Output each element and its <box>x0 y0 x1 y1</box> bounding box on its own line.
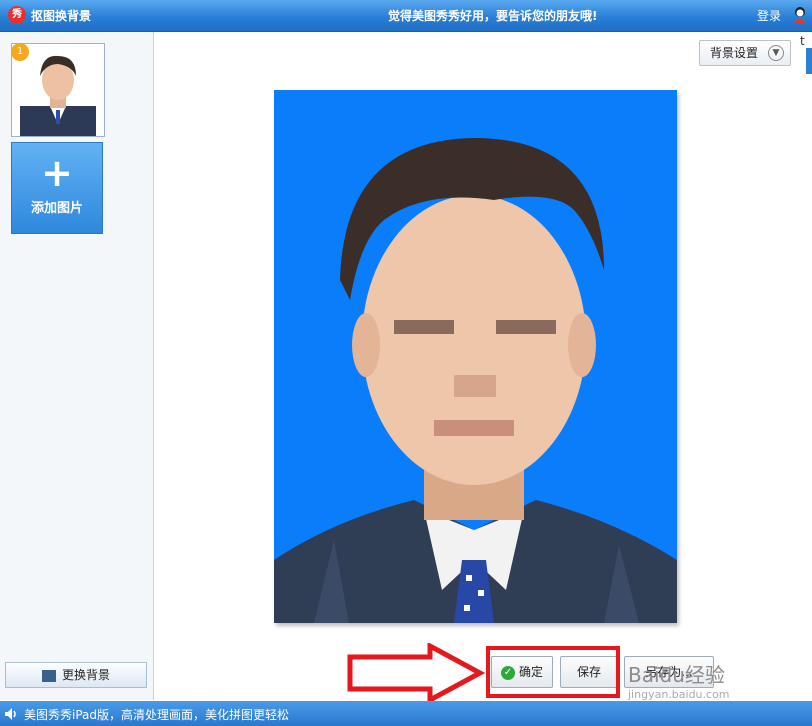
annotation-arrow-icon <box>347 643 486 703</box>
change-background-label: 更换背景 <box>61 668 110 682</box>
add-image-button[interactable]: + 添加图片 <box>11 142 103 234</box>
plus-icon: + <box>41 151 73 195</box>
sidebar: 1 + 添加图片 更换背景 <box>0 32 154 700</box>
chevron-down-icon: ▼ <box>768 45 784 61</box>
right-panel-label: t <box>800 34 805 48</box>
status-bar: 美图秀秀iPad版，高清处理画面，美化拼图更轻松 <box>0 701 812 726</box>
photo-thumbnail[interactable]: 1 <box>11 43 105 137</box>
user-icon[interactable] <box>792 6 808 24</box>
background-icon <box>41 669 56 682</box>
title-bar: 秀 抠图换背景 觉得美图秀秀好用，要告诉您的朋友哦! 登录 <box>0 0 812 32</box>
app-logo-icon: 秀 <box>8 6 26 24</box>
watermark-text: Baidu经验 <box>628 663 725 687</box>
watermark-url: jingyan.baidu.com <box>628 688 730 701</box>
background-settings-label: 背景设置 <box>710 46 759 60</box>
slogan-text: 觉得美图秀秀好用，要告诉您的朋友哦! <box>388 9 598 23</box>
edited-photo[interactable] <box>274 90 677 623</box>
portrait-image <box>274 90 677 623</box>
main-canvas: 背景设置 ▼ t ✓ 确定 保存 另存为... <box>154 32 812 703</box>
background-settings-dropdown[interactable]: 背景设置 ▼ <box>699 40 791 66</box>
status-message[interactable]: 美图秀秀iPad版，高清处理画面，美化拼图更轻松 <box>24 706 289 723</box>
speaker-icon[interactable] <box>4 707 18 721</box>
annotation-highlight-box <box>486 646 620 698</box>
right-panel-tab[interactable] <box>806 48 812 74</box>
change-background-button[interactable]: 更换背景 <box>5 662 147 688</box>
login-link[interactable]: 登录 <box>757 7 781 24</box>
thumbnail-badge: 1 <box>11 43 29 61</box>
add-image-label: 添加图片 <box>30 201 83 216</box>
window-title: 抠图换背景 <box>31 9 92 23</box>
